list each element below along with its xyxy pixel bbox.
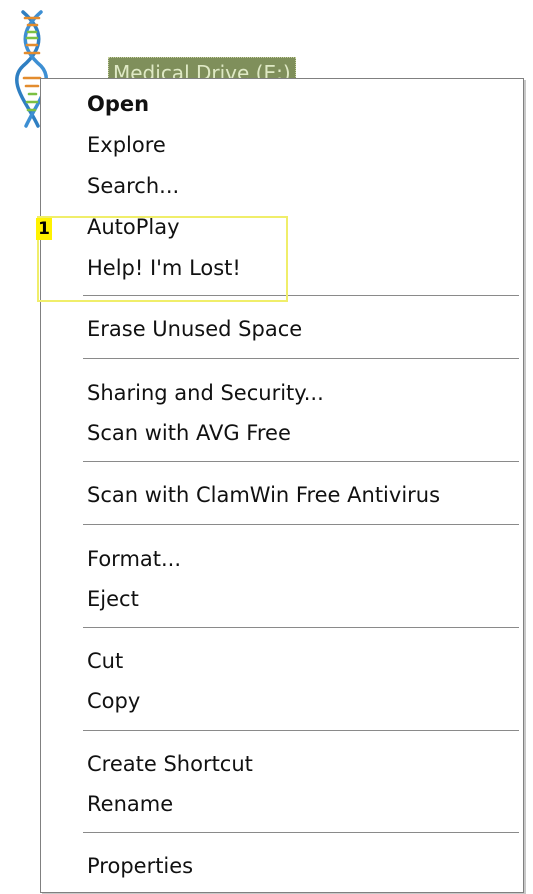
menu-separator (83, 730, 519, 732)
menu-item-erase-unused-space[interactable]: Erase Unused Space (87, 311, 302, 347)
menu-item-scan-with-avg[interactable]: Scan with AVG Free (87, 415, 291, 451)
menu-separator (83, 832, 519, 834)
menu-separator (83, 358, 519, 360)
menu-item-open[interactable]: Open (87, 86, 149, 122)
menu-item-format[interactable]: Format... (87, 541, 181, 577)
menu-separator (83, 461, 519, 463)
menu-item-explore[interactable]: Explore (87, 127, 166, 163)
annotation-number-badge: 1 (36, 218, 52, 240)
menu-item-properties[interactable]: Properties (87, 848, 193, 884)
menu-item-rename[interactable]: Rename (87, 786, 173, 822)
annotation-highlight-box (37, 216, 288, 302)
menu-item-cut[interactable]: Cut (87, 643, 123, 679)
menu-item-sharing-and-security[interactable]: Sharing and Security... (87, 375, 324, 411)
menu-item-eject[interactable]: Eject (87, 581, 139, 617)
menu-item-create-shortcut[interactable]: Create Shortcut (87, 746, 253, 782)
menu-separator (83, 627, 519, 629)
menu-separator (83, 524, 519, 526)
menu-item-scan-with-clamwin[interactable]: Scan with ClamWin Free Antivirus (87, 477, 440, 513)
menu-item-copy[interactable]: Copy (87, 683, 140, 719)
context-menu: Open Explore Search... AutoPlay Help! I'… (40, 78, 524, 893)
menu-item-search[interactable]: Search... (87, 168, 179, 204)
